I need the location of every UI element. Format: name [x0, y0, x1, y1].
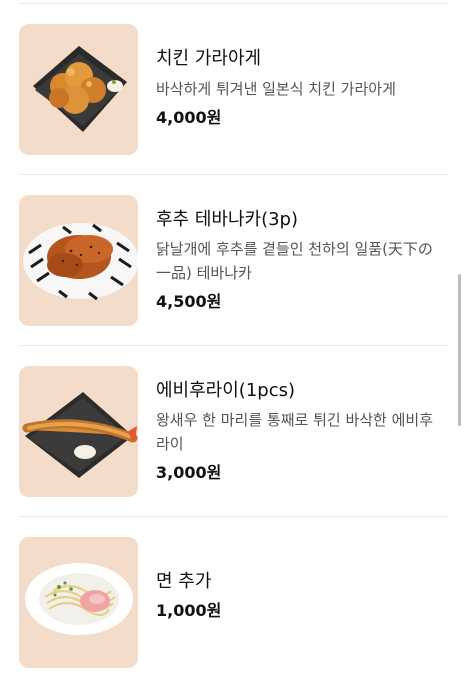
menu-item-name: 에비후라이(1pcs) [156, 380, 295, 401]
menu-item-description: 바삭하게 튀겨낸 일본식 치킨 가라아게 [156, 80, 396, 98]
menu-item-pepper-tebanaka[interactable]: 후추 테바나카(3p) 닭날개에 후추를 곁들인 천하의 일품(天下の一品) 테… [0, 175, 466, 346]
scrollbar[interactable] [458, 274, 461, 426]
menu-item-name: 치킨 가라아게 [156, 48, 262, 69]
pepper-tebanaka-image [19, 195, 138, 326]
ebi-fry-image [19, 366, 138, 497]
menu-item-extra-noodles[interactable]: 면 추가 1,000원 [0, 517, 466, 688]
menu-item-price: 4,000원 [156, 108, 222, 127]
menu-item-name: 면 추가 [156, 571, 212, 592]
menu-item-description: 닭날개에 후추를 곁들인 천하의 일품(天下の一品) 테바나카 [156, 240, 433, 282]
menu-item-price: 3,000원 [156, 463, 222, 482]
menu-item-name: 후추 테바나카(3p) [156, 209, 299, 230]
menu-list: 치킨 가라아게 바삭하게 튀겨낸 일본식 치킨 가라아게 4,000원 후추 테… [0, 0, 466, 674]
menu-item-price: 1,000원 [156, 601, 222, 620]
menu-item-price: 4,500원 [156, 292, 222, 311]
menu-item-chicken-karaage[interactable]: 치킨 가라아게 바삭하게 튀겨낸 일본식 치킨 가라아게 4,000원 [0, 4, 466, 175]
menu-item-ebi-fry[interactable]: 에비후라이(1pcs) 왕새우 한 마리를 통째로 튀긴 바삭한 에비후라이 3… [0, 346, 466, 517]
extra-noodles-image [19, 537, 138, 668]
karaage-chicken-image [19, 24, 138, 155]
menu-item-description: 왕새우 한 마리를 통째로 튀긴 바삭한 에비후라이 [156, 411, 434, 453]
